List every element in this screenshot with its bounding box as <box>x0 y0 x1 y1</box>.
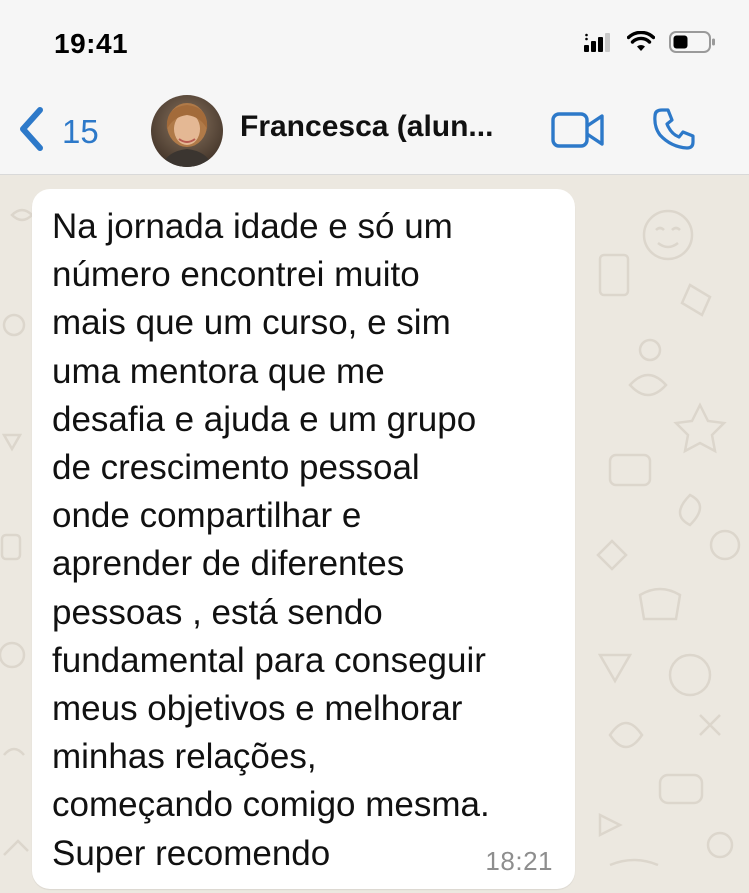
message-text: Na jornada idade e só um número encontre… <box>52 207 490 873</box>
battery-icon <box>669 30 717 54</box>
phone-icon <box>651 108 697 156</box>
video-call-icon <box>551 112 605 154</box>
message-bubble[interactable]: Na jornada idade e só um número encontre… <box>32 189 575 889</box>
wifi-icon <box>627 31 655 53</box>
status-icons <box>583 30 717 54</box>
message-timestamp: 18:21 <box>485 846 553 876</box>
back-button[interactable]: 15 <box>14 104 99 159</box>
contact-name[interactable]: Francesca (alun... <box>240 110 493 144</box>
status-time: 19:41 <box>54 28 129 59</box>
chat-area[interactable]: Na jornada idade e só um número encontre… <box>0 175 749 893</box>
status-bar: 19:41 <box>0 0 749 88</box>
chat-header: 15 Francesca (alun... <box>0 88 749 175</box>
unread-count: 15 <box>62 112 99 150</box>
video-call-button[interactable] <box>551 110 605 155</box>
whatsapp-chat-screen: 19:41 15 Francesca (alun... Na jornada i… <box>0 0 749 893</box>
avatar[interactable] <box>151 95 223 167</box>
signal-icon <box>583 31 613 53</box>
voice-call-button[interactable] <box>651 106 697 157</box>
chevron-left-icon <box>14 104 48 159</box>
